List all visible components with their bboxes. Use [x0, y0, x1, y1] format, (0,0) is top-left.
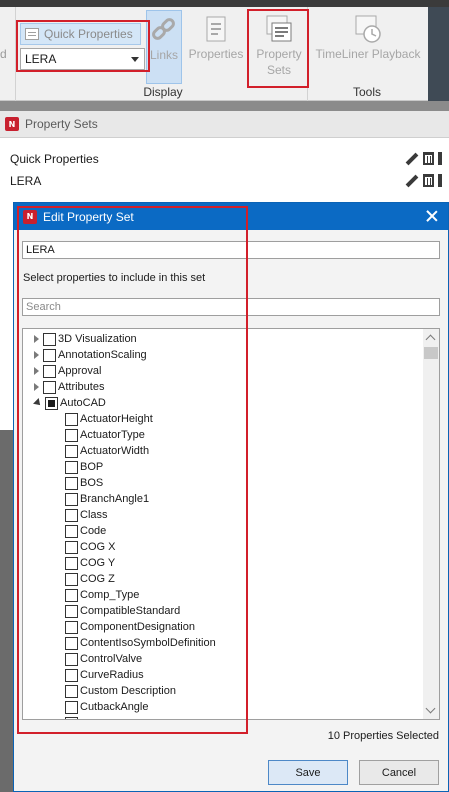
ribbon-group-tools-label: Tools: [352, 85, 381, 99]
property-sets-panel-header: N Property Sets: [0, 111, 449, 138]
timeliner-clock-icon: [354, 14, 382, 44]
links-button[interactable]: Links: [146, 10, 182, 84]
highlight-property-tree: [17, 206, 248, 734]
save-button[interactable]: Save: [268, 760, 348, 785]
navisworks-logo-icon: N: [5, 117, 19, 131]
cancel-button[interactable]: Cancel: [359, 760, 439, 785]
close-icon[interactable]: [424, 208, 440, 224]
more-icon[interactable]: [438, 152, 442, 165]
app-top-bar: [0, 0, 449, 7]
property-set-name: LERA: [10, 174, 42, 188]
links-label: Links: [149, 48, 178, 62]
delete-trash-icon[interactable]: [423, 152, 434, 165]
timeliner-playback-button[interactable]: TimeLiner Playback: [312, 10, 424, 84]
ribbon-right-edge: [428, 7, 449, 101]
scroll-thumb[interactable]: [424, 347, 438, 359]
property-set-row[interactable]: Quick Properties: [0, 148, 449, 170]
scroll-up-icon[interactable]: [425, 334, 436, 345]
property-sets-panel-title: Property Sets: [25, 117, 98, 131]
panel-gap: [0, 101, 449, 111]
property-set-row[interactable]: LERA: [0, 170, 449, 192]
tree-scrollbar[interactable]: [423, 329, 439, 719]
timeliner-label: TimeLiner Playback: [315, 47, 421, 61]
selected-count-label: 10 Properties Selected: [327, 730, 439, 742]
ribbon-left-fragment: d: [0, 47, 7, 61]
background-viewport-strip: [0, 430, 13, 792]
edit-pencil-icon[interactable]: [405, 174, 419, 188]
properties-icon: [202, 14, 230, 44]
delete-trash-icon[interactable]: [423, 174, 434, 187]
scroll-down-icon[interactable]: [425, 703, 436, 714]
edit-pencil-icon[interactable]: [405, 152, 419, 166]
highlight-property-sets: [247, 9, 309, 88]
more-icon[interactable]: [438, 174, 442, 187]
properties-button[interactable]: Properties: [186, 10, 246, 84]
properties-label: Properties: [188, 47, 244, 61]
property-set-name: Quick Properties: [10, 152, 99, 166]
link-icon: [150, 15, 178, 45]
highlight-quick-properties: [16, 20, 150, 72]
